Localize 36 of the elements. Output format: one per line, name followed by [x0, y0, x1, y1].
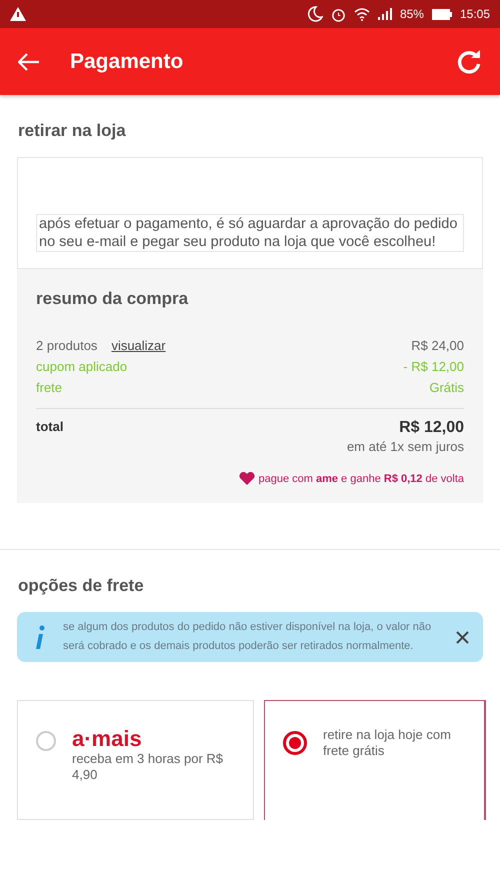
- back-arrow-icon[interactable]: [18, 52, 40, 70]
- line-label: frete: [36, 380, 62, 395]
- shipping-option[interactable]: a·mais receba em 3 horas por R$ 4,90: [17, 700, 254, 820]
- line-value: R$ 24,00: [411, 338, 464, 353]
- line-value: Grátis: [429, 380, 464, 395]
- page-title: Pagamento: [70, 50, 184, 74]
- option-text: retire na loja hoje com frete grátis: [323, 727, 452, 759]
- warning-icon: [10, 7, 26, 21]
- line-label: cupom aplicado: [36, 359, 128, 374]
- summary-title: resumo da compra: [36, 289, 190, 309]
- battery-percent: 85%: [400, 7, 424, 21]
- clock-time: 15:05: [460, 7, 490, 21]
- refresh-icon[interactable]: [456, 48, 482, 74]
- battery-icon: [432, 8, 452, 20]
- line-value: - R$ 12,00: [403, 359, 464, 374]
- heart-icon: [239, 472, 256, 485]
- info-icon: [35, 625, 45, 649]
- shipping-option[interactable]: retire na loja hoje com frete grátis: [264, 700, 486, 820]
- cashback-text: pague com ame e ganhe R$ 0,12 de volta: [258, 472, 464, 484]
- info-text: se algum dos produtos do pedido não estiver disponível na loja, o valor não será cobrado e os demais produtos poderão ser retirados normalmente.: [63, 620, 432, 654]
- wifi-icon: [354, 7, 370, 21]
- radio-button[interactable]: [283, 731, 307, 755]
- brand-logo: a·mais: [72, 727, 143, 751]
- pickup-message: após efetuar o pagamento, é só aguardar a aprovação do pedido no seu e-mail e pegar seu produto na loja que você escolheu!: [36, 214, 464, 252]
- option-text: receba em 3 horas por R$ 4,90: [72, 751, 224, 783]
- total-value: R$ 12,00: [398, 419, 464, 437]
- moon-icon: [306, 6, 323, 22]
- view-link[interactable]: visualizar: [111, 338, 166, 353]
- installments-text: em até 1x sem juros: [346, 439, 464, 454]
- alarm-icon: [330, 6, 346, 22]
- signal-icon: [378, 8, 392, 20]
- section-title: retirar na loja: [17, 120, 127, 142]
- line-label: 2 produtos: [36, 338, 98, 353]
- close-icon[interactable]: [456, 630, 469, 644]
- total-label: total: [36, 419, 64, 434]
- section-title: opções de frete: [17, 575, 145, 597]
